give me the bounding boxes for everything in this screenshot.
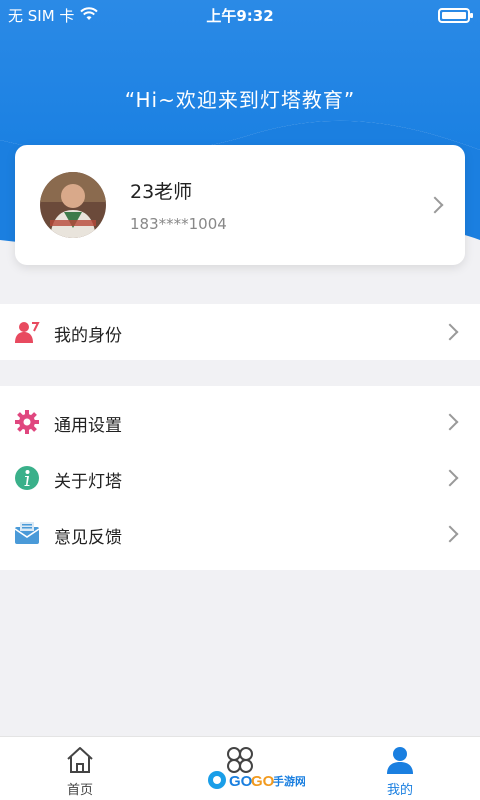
- chevron-right-icon: [441, 469, 459, 487]
- chevron-right-icon: [441, 323, 459, 341]
- menu-item-about[interactable]: 关于灯塔: [0, 450, 480, 506]
- profile-phone: 183****1004: [130, 215, 227, 233]
- watermark-logo: GO GO 手游网: [205, 765, 306, 795]
- menu-item-label: 意见反馈: [54, 528, 122, 548]
- menu-item-settings[interactable]: 通用设置: [0, 394, 480, 450]
- profile-card[interactable]: 23老师 183****1004: [15, 145, 465, 265]
- feedback-icon: [14, 521, 40, 547]
- welcome-message: “Hi~欢迎来到灯塔教育”: [124, 88, 356, 112]
- avatar[interactable]: [40, 172, 106, 238]
- tab-home[interactable]: 首页: [20, 737, 140, 800]
- status-bar: 无 SIM 卡 上午9:32: [0, 0, 480, 30]
- gear-icon: [14, 409, 40, 435]
- menu-item-label: 通用设置: [54, 416, 122, 436]
- battery-icon: [438, 8, 473, 23]
- profile-name: 23老师: [130, 181, 193, 203]
- home-icon: [65, 745, 95, 775]
- menu-section-general: 通用设置 关于灯塔 意见反馈: [0, 386, 480, 570]
- user-icon: [385, 745, 415, 775]
- menu-item-feedback[interactable]: 意见反馈: [0, 506, 480, 562]
- status-time: 上午9:32: [206, 7, 274, 25]
- chevron-right-icon: [441, 525, 459, 543]
- chevron-right-icon: [441, 413, 459, 431]
- svg-text:GO: GO: [251, 773, 275, 790]
- svg-text:GO: GO: [229, 773, 253, 790]
- menu-item-label: 我的身份: [54, 326, 122, 346]
- chevron-right-icon: [426, 196, 444, 214]
- menu-section-identity: 我的身份: [0, 304, 480, 360]
- identity-icon: [14, 319, 40, 345]
- tab-label: 首页: [66, 783, 93, 798]
- menu-item-identity[interactable]: 我的身份: [0, 304, 480, 360]
- menu-item-label: 关于灯塔: [54, 472, 122, 492]
- svg-text:手游网: 手游网: [273, 774, 305, 788]
- info-icon: [14, 465, 40, 491]
- tab-mine[interactable]: 我的: [340, 737, 460, 800]
- tab-label: 我的: [386, 783, 413, 798]
